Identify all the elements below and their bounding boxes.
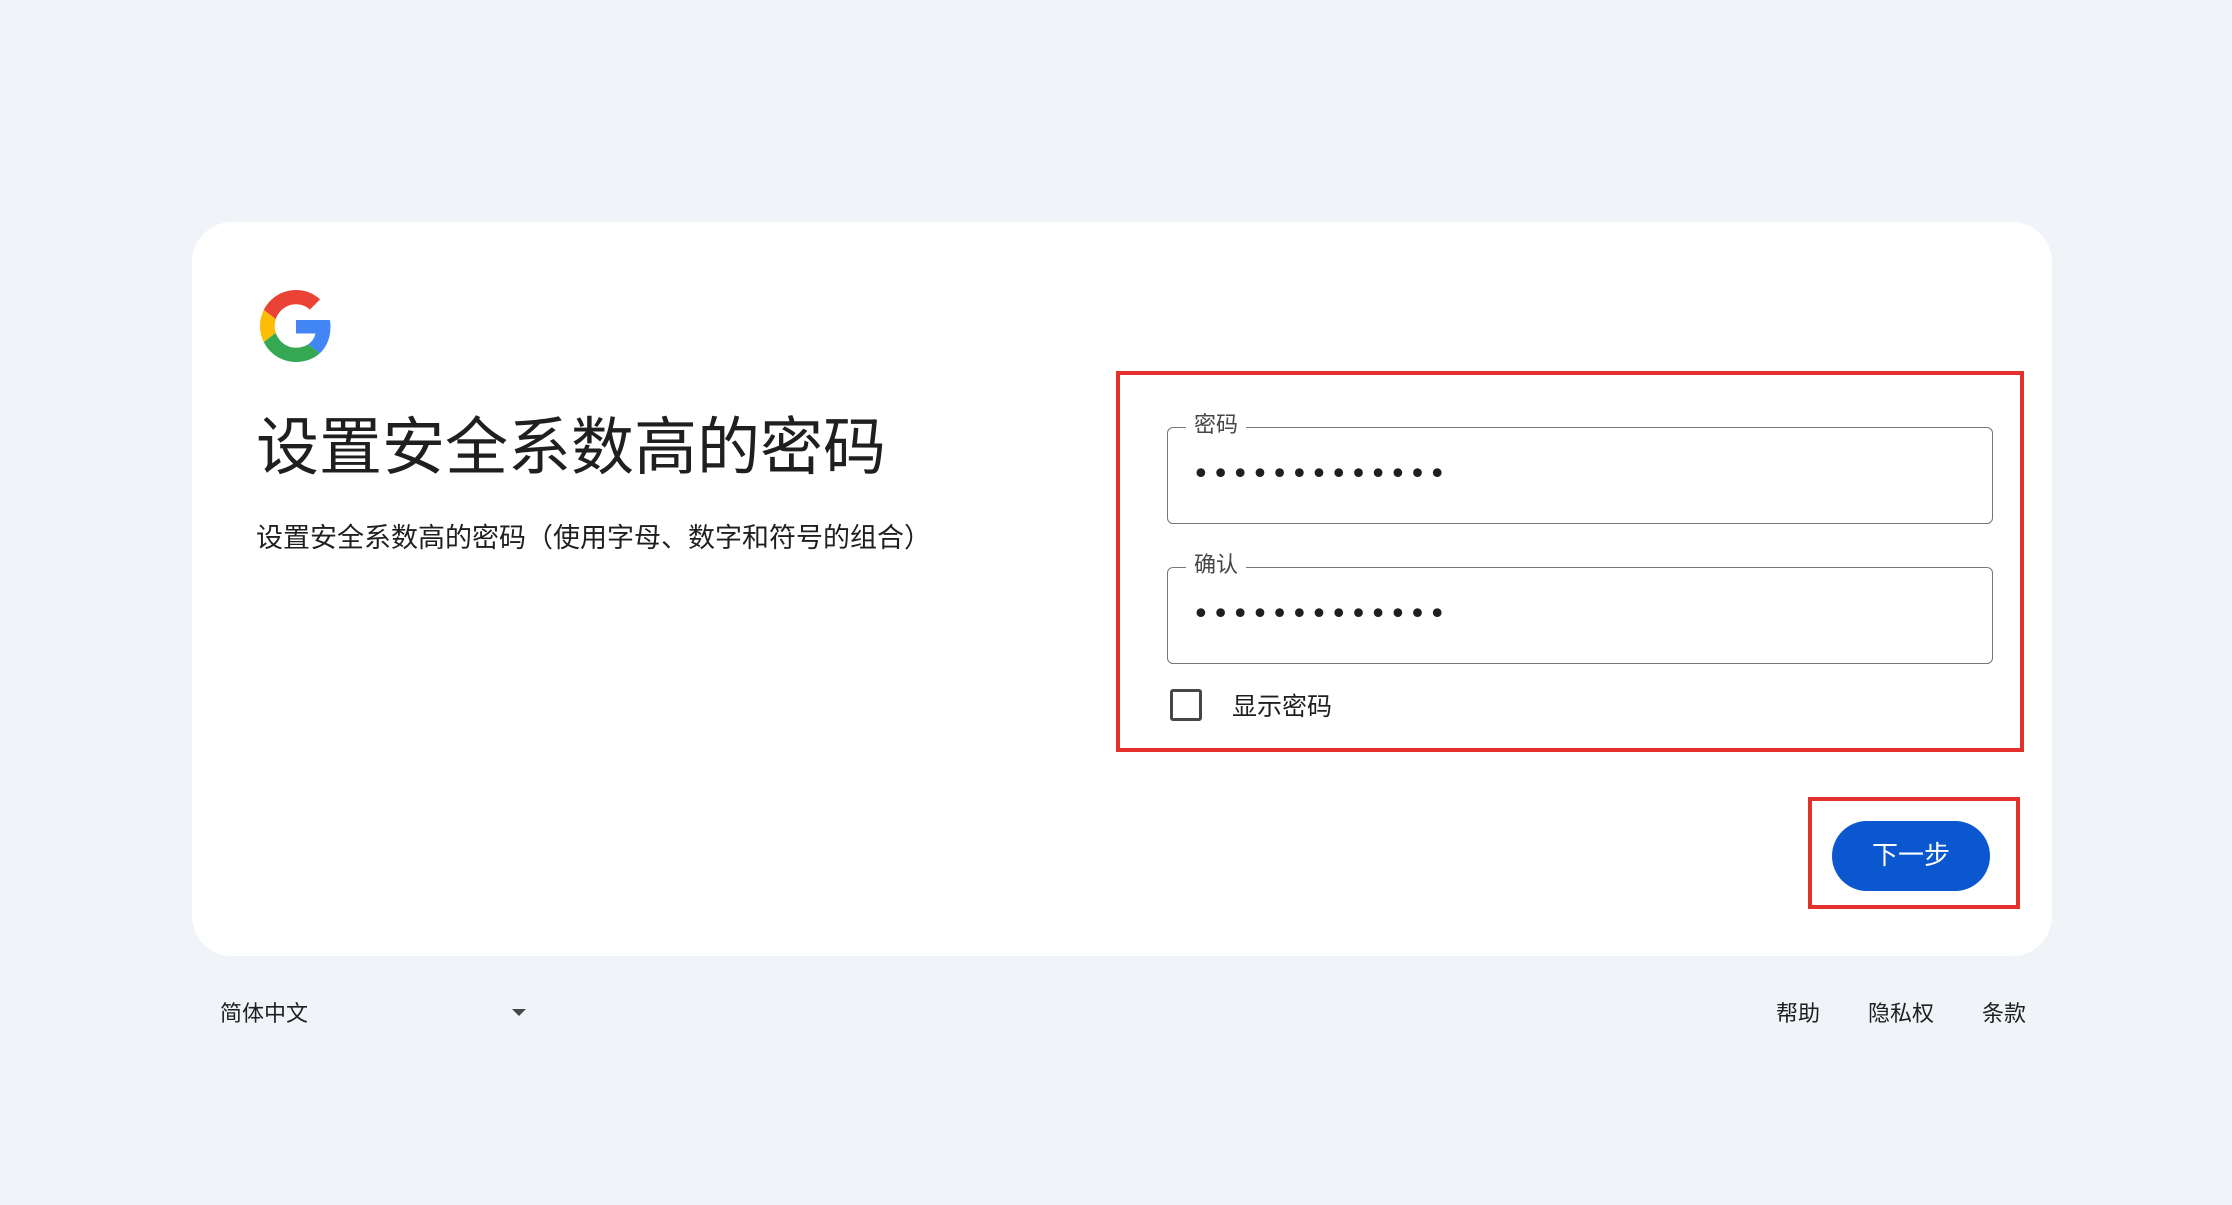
google-g-icon [260, 290, 331, 362]
confirm-value[interactable]: ••••••••••••• [1192, 600, 1448, 630]
language-label: 简体中文 [220, 1002, 309, 1027]
show-password-checkbox[interactable] [1170, 689, 1202, 721]
show-password-row[interactable]: 显示密码 [1170, 685, 1332, 725]
page-subtitle: 设置安全系数高的密码（使用字母、数字和符号的组合） [256, 523, 931, 554]
privacy-link[interactable]: 隐私权 [1868, 996, 1934, 1028]
caret-down-icon [512, 1008, 526, 1016]
footer-links: 帮助 隐私权 条款 [1776, 990, 2026, 1034]
page-title: 设置安全系数高的密码 [256, 411, 886, 484]
language-select[interactable]: 简体中文 [220, 990, 532, 1034]
confirm-label: 确认 [1186, 551, 1247, 581]
next-highlight-box: 下一步 [1808, 797, 2020, 909]
password-value[interactable]: ••••••••••••• [1192, 460, 1448, 490]
help-link[interactable]: 帮助 [1776, 996, 1820, 1028]
signup-card: 设置安全系数高的密码 设置安全系数高的密码（使用字母、数字和符号的组合） 密码 … [192, 222, 2052, 956]
password-label: 密码 [1186, 411, 1247, 441]
footer: 简体中文 帮助 隐私权 条款 [192, 990, 2052, 1034]
terms-link[interactable]: 条款 [1982, 996, 2026, 1028]
confirm-password-field[interactable]: 确认 ••••••••••••• [1167, 551, 1993, 664]
show-password-label[interactable]: 显示密码 [1232, 687, 1332, 723]
password-field[interactable]: 密码 ••••••••••••• [1167, 411, 1993, 524]
form-highlight-box: 密码 ••••••••••••• 确认 ••••••••••••• 显示密码 [1116, 371, 2024, 752]
next-button[interactable]: 下一步 [1832, 821, 1990, 891]
